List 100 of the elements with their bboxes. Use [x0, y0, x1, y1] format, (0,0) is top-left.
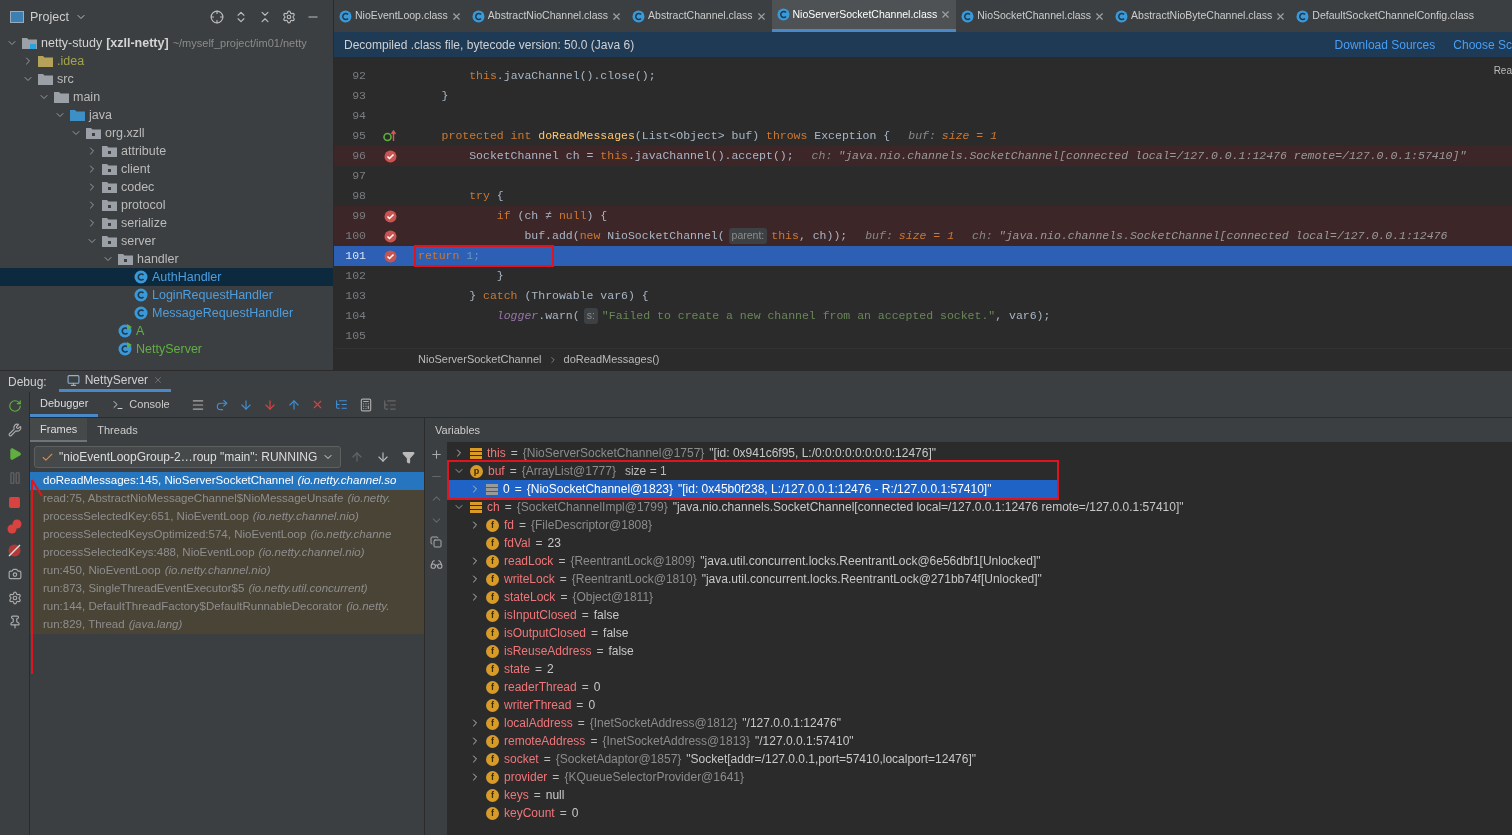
tree-item[interactable]: client [0, 160, 333, 178]
variable-name: fdVal [504, 535, 531, 552]
debug-tab[interactable]: Console [102, 392, 180, 417]
equals-sign: = [519, 517, 527, 534]
thread-name: "nioEventLoopGroup-2…roup "main": RUNNING [59, 449, 318, 466]
equals-sign: = [559, 805, 567, 822]
tree-item[interactable]: .idea [0, 52, 333, 70]
panel-icon [10, 11, 24, 23]
variable-row[interactable]: f writerThread = 0 [447, 696, 1512, 714]
code-token: (List<Object> buf) [634, 128, 761, 145]
tree-item[interactable]: netty-study [xzll-netty] ~/myself_project/im01/netty [0, 34, 333, 52]
variable-row[interactable]: f keyCount = 0 [447, 804, 1512, 822]
banner-link[interactable]: Download Sources [1334, 35, 1436, 54]
tree-item[interactable]: AuthHandler [0, 268, 333, 286]
folder-icon [86, 127, 101, 139]
field-icon: f [486, 626, 499, 640]
override-icon[interactable] [383, 130, 397, 142]
variable-row[interactable]: f isInputClosed = false [447, 606, 1512, 624]
editor-tab[interactable]: AbstractNioChannel.class [466, 0, 628, 32]
stack-frame[interactable]: doReadMessages:145, NioServerSocketChannel (io.netty.channel.so [30, 472, 424, 490]
frames-tab[interactable]: Frames [30, 418, 88, 442]
thread-dropdown[interactable]: "nioEventLoopGroup-2…roup "main": RUNNING [34, 446, 342, 468]
breakpoint-icon[interactable] [383, 229, 397, 243]
frames-tab[interactable]: Threads [87, 418, 148, 442]
line-number: 101 [344, 248, 366, 265]
field-icon: f [486, 590, 499, 604]
field-icon: p [470, 464, 483, 478]
variable-row[interactable]: f localAddress = {InetSocketAddress@1812} "/127.0.0.1:12476" [447, 714, 1512, 732]
field-icon: f [486, 680, 499, 694]
variable-name: isOutputClosed [504, 625, 587, 642]
tree-item[interactable]: MessageRequestHandler [0, 304, 333, 322]
close-icon[interactable] [755, 10, 767, 22]
editor-tab[interactable]: NioServerSocketChannel.class [771, 0, 957, 32]
breakpoint-icon[interactable] [383, 149, 397, 163]
tree-item[interactable]: protocol [0, 196, 333, 214]
close-icon[interactable] [450, 10, 462, 22]
close-icon[interactable] [1275, 10, 1287, 22]
code-token: catch [483, 288, 518, 305]
item-label: org.xzll [105, 124, 145, 142]
frame-method: processSelectedKeysOptimized:574, NioEventLoop [43, 527, 307, 543]
breadcrumb[interactable]: NioServerSocketChannel [418, 351, 542, 368]
tree-item[interactable]: codec [0, 178, 333, 196]
tree-item[interactable]: handler [0, 250, 333, 268]
tree-item[interactable]: serialize [0, 214, 333, 232]
variable-row[interactable]: 0 = {NioSocketChannel@1823} "[id: 0x45b0f238, L:/127.0.0.1:12476 - R:/127.0.0.1:57410]" [449, 480, 1057, 498]
variable-value: false [593, 607, 620, 624]
variable-row[interactable]: f remoteAddress = {InetSocketAddress@1813} "/127.0.0.1:57410" [447, 732, 1512, 750]
tree-item[interactable]: main [0, 88, 333, 106]
session-tab[interactable]: NettyServer [58, 371, 172, 392]
variable-row[interactable]: f readerThread = 0 [447, 678, 1512, 696]
variable-value: 2 [547, 661, 554, 678]
close-icon[interactable] [153, 375, 164, 385]
variable-name: writerThread [504, 697, 572, 714]
item-label: handler [137, 250, 179, 268]
variable-row[interactable]: f socket = {SocketAdaptor@1857} "Socket[addr=/127.0.0.1,port=57410,localport=12476]" [447, 750, 1512, 768]
tree-item[interactable]: NettyServer [0, 340, 333, 358]
close-icon[interactable] [940, 9, 952, 20]
variable-row[interactable]: f isReuseAddress = false [447, 642, 1512, 660]
editor-tab[interactable]: AbstractNioByteChannel.class [1110, 0, 1292, 32]
variable-row[interactable]: f stateLock = {Object@1811} [447, 588, 1512, 606]
inline-value: size = 1 [898, 228, 955, 245]
tree-item[interactable]: java [0, 106, 333, 124]
variable-row[interactable]: f writeLock = {ReentrantLock@1810} "java.util.concurrent.locks.ReentrantLock@271bb74f[Unlocked]" [447, 570, 1512, 588]
equals-sign: = [576, 697, 584, 714]
variable-name: ch [487, 499, 500, 516]
variable-row[interactable]: f readLock = {ReentrantLock@1809} "java.util.concurrent.locks.ReentrantLock@6e56dbf1[Unlocked]" [447, 552, 1512, 570]
panel-title[interactable]: Project [30, 7, 69, 27]
variable-name: buf [488, 463, 505, 480]
tree-item[interactable]: A [0, 322, 333, 340]
class-file-icon [471, 9, 485, 23]
variable-row[interactable]: f fdVal = 23 [447, 534, 1512, 552]
line-number: 93 [351, 88, 366, 105]
close-icon[interactable] [611, 10, 623, 22]
tree-item[interactable]: org.xzll [0, 124, 333, 142]
variable-row[interactable]: this = {NioServerSocketChannel@1757} "[id: 0x941c6f95, L:/0:0:0:0:0:0:0:0:12476]" [447, 444, 1512, 462]
variable-row[interactable]: f isOutputClosed = false [447, 624, 1512, 642]
tree-item[interactable]: src [0, 70, 333, 88]
variable-row[interactable]: f provider = {KQueueSelectorProvider@1641} [447, 768, 1512, 786]
editor-tab[interactable]: AbstractChannel.class [627, 0, 772, 32]
breakpoint-icon[interactable] [383, 209, 397, 223]
editor-tab[interactable]: NioSocketChannel.class [956, 0, 1111, 32]
variable-name: stateLock [504, 589, 556, 606]
editor-tab[interactable]: DefaultSocketChannelConfig.class [1291, 0, 1479, 32]
variable-row[interactable]: p buf = {ArrayList@1777} size = 1 [449, 462, 1057, 480]
frame-package: (io.netty.channe [310, 527, 392, 543]
variable-row[interactable]: ch = {SocketChannelImpl@1799} "java.nio.channels.SocketChannel[connected local=/127.0.0.1:12476 remote=/127.0.0.1:57410]" [447, 498, 1512, 516]
class-file-icon [776, 8, 790, 21]
editor-tab[interactable]: NioEventLoop.class [334, 0, 467, 32]
banner-link[interactable]: Choose Sc [1453, 35, 1512, 54]
field-icon: f [486, 554, 499, 568]
tree-item[interactable]: server [0, 232, 333, 250]
breadcrumb[interactable]: doReadMessages() [563, 351, 660, 368]
variable-row[interactable]: f fd = {FileDescriptor@1808} [447, 516, 1512, 534]
close-icon[interactable] [1094, 10, 1106, 22]
reader-mode-label[interactable]: Rea [1493, 63, 1512, 78]
variable-row[interactable]: f state = 2 [447, 660, 1512, 678]
tree-item[interactable]: attribute [0, 142, 333, 160]
variable-row[interactable]: f keys = null [447, 786, 1512, 804]
tree-item[interactable]: LoginRequestHandler [0, 286, 333, 304]
breakpoint-icon[interactable] [383, 249, 397, 263]
